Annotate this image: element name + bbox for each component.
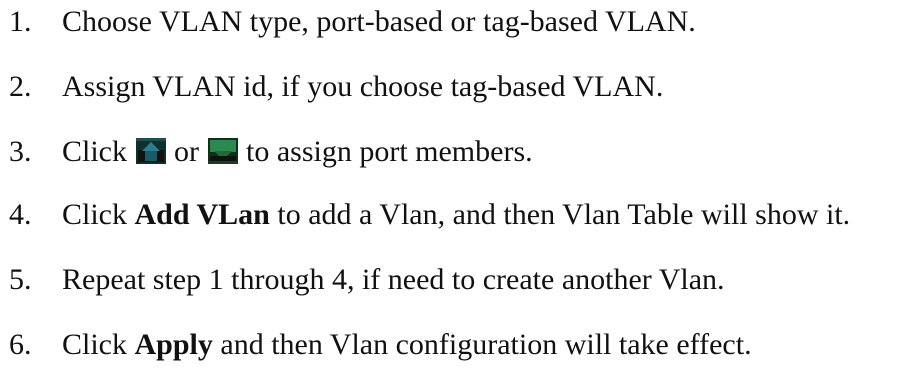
step-text: Assign VLAN id, if you choose tag-based … <box>62 70 664 103</box>
step-number: 2. <box>9 70 32 103</box>
step-2: 2. Assign VLAN id, if you choose tag-bas… <box>0 67 918 107</box>
step-number: 4. <box>9 198 32 231</box>
add-vlan-label: Add VLan <box>134 198 270 231</box>
step-text: Click or to assign port members. <box>62 132 533 172</box>
step-number: 3. <box>9 135 32 168</box>
step-text: Repeat step 1 through 4, if need to crea… <box>62 263 725 296</box>
step-prefix: Click <box>62 198 127 231</box>
step-text: Click Add VLan to add a Vlan, and then V… <box>62 195 850 235</box>
step-1: 1. Choose VLAN type, port-based or tag-b… <box>0 2 918 42</box>
step-4: 4. Click Add VLan to add a Vlan, and the… <box>0 195 918 235</box>
apply-label: Apply <box>134 328 213 361</box>
step-suffix: and then Vlan configuration will take ef… <box>220 328 752 361</box>
step-middle: or <box>174 135 199 168</box>
step-prefix: Click <box>62 135 127 168</box>
step-suffix: to assign port members. <box>246 135 533 168</box>
untagged-port-icon <box>135 138 166 164</box>
step-suffix: to add a Vlan, and then Vlan Table will … <box>277 198 851 231</box>
tagged-port-icon <box>207 138 238 164</box>
step-text: Click Apply and then Vlan configuration … <box>62 325 752 365</box>
step-5: 5. Repeat step 1 through 4, if need to c… <box>0 260 918 300</box>
step-number: 1. <box>9 5 32 38</box>
step-number: 5. <box>9 263 32 296</box>
step-3: 3. Click or to assign port members. <box>0 132 918 172</box>
step-prefix: Click <box>62 328 127 361</box>
step-text: Choose VLAN type, port-based or tag-base… <box>62 5 696 38</box>
step-6: 6. Click Apply and then Vlan configurati… <box>0 325 918 365</box>
step-number: 6. <box>9 328 32 361</box>
